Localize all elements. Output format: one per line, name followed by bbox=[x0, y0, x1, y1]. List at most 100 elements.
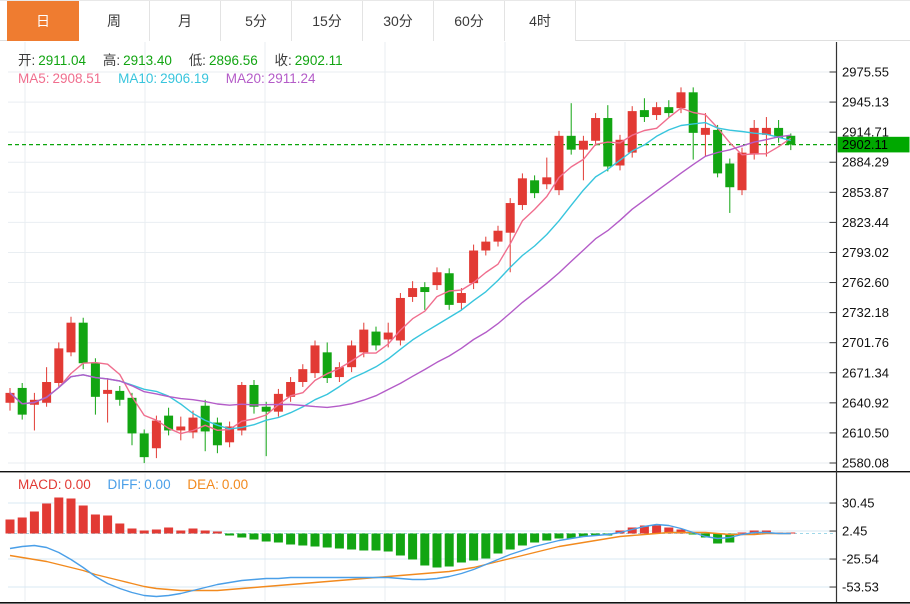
macd-bar bbox=[457, 534, 466, 563]
ma20-line bbox=[10, 135, 791, 407]
candle-body bbox=[298, 369, 307, 382]
macd-bar bbox=[384, 534, 393, 552]
candle-body bbox=[347, 345, 356, 367]
candle-body bbox=[542, 177, 551, 184]
macd-tick-label: 2.45 bbox=[842, 524, 867, 539]
candle-body bbox=[359, 330, 368, 353]
macd-bar bbox=[140, 531, 149, 534]
tab-60min[interactable]: 60分 bbox=[434, 1, 505, 41]
diff-label: DIFF: bbox=[108, 477, 142, 492]
macd-tick-label: -53.53 bbox=[842, 580, 879, 595]
macd-bar bbox=[176, 531, 185, 534]
price-tick-label: 2853.87 bbox=[842, 185, 889, 200]
candle-body bbox=[725, 164, 734, 188]
candle-body bbox=[152, 421, 161, 449]
low-label: 低: bbox=[189, 53, 206, 68]
candle-body bbox=[664, 107, 673, 113]
price-tick-label: 2884.29 bbox=[842, 155, 889, 170]
ma5-label: MA5: bbox=[18, 71, 50, 86]
macd-tick-label: -25.54 bbox=[842, 552, 879, 567]
macd-bar bbox=[152, 530, 161, 534]
tab-month[interactable]: 月 bbox=[150, 1, 221, 41]
macd-bar bbox=[542, 534, 551, 541]
close-label: 收: bbox=[275, 53, 292, 68]
candle-body bbox=[250, 385, 259, 407]
macd-bar bbox=[262, 534, 271, 542]
macd-bar bbox=[54, 498, 63, 534]
macd-bar bbox=[469, 534, 478, 561]
candle-body bbox=[6, 393, 15, 403]
macd-readout: MACD:0.00 DIFF:0.00 DEA:0.00 bbox=[18, 477, 261, 492]
tab-4hour[interactable]: 4时 bbox=[505, 1, 576, 41]
dea-value: 0.00 bbox=[222, 477, 248, 492]
macd-bar bbox=[445, 534, 454, 567]
ma5-line bbox=[10, 108, 791, 434]
macd-value: 0.00 bbox=[65, 477, 91, 492]
macd-bar bbox=[42, 504, 51, 534]
macd-bar bbox=[225, 534, 234, 536]
tab-week[interactable]: 周 bbox=[79, 1, 150, 41]
candle-body bbox=[469, 251, 478, 284]
macd-bar bbox=[408, 534, 417, 560]
candle-body bbox=[176, 426, 185, 430]
kline-app: 2975.552945.132914.712884.292853.872823.… bbox=[0, 0, 910, 604]
ma20-label: MA20: bbox=[226, 71, 265, 86]
candle-body bbox=[640, 110, 649, 117]
candle-body bbox=[408, 288, 417, 297]
price-tick-label: 2580.08 bbox=[842, 456, 889, 471]
macd-bar bbox=[128, 529, 137, 534]
price-tick-label: 2945.13 bbox=[842, 95, 889, 110]
candle-body bbox=[567, 136, 576, 150]
candle-body bbox=[91, 363, 100, 397]
tab-5min[interactable]: 5分 bbox=[221, 1, 292, 41]
panel-divider bbox=[0, 471, 910, 472]
candle-body bbox=[506, 203, 515, 233]
current-price-tag: 2902.11 bbox=[838, 137, 910, 153]
candle-body bbox=[128, 398, 137, 434]
price-tick-label: 2793.02 bbox=[842, 245, 889, 260]
macd-bar bbox=[250, 534, 259, 540]
macd-bar bbox=[213, 532, 222, 534]
macd-bar bbox=[91, 515, 100, 534]
price-tick-label: 2975.55 bbox=[842, 65, 889, 80]
macd-bar bbox=[6, 520, 15, 534]
kline-chart[interactable]: 2975.552945.132914.712884.292853.872823.… bbox=[0, 0, 910, 604]
macd-bar bbox=[115, 524, 124, 534]
tab-15min[interactable]: 15分 bbox=[292, 1, 363, 41]
open-label: 开: bbox=[18, 53, 35, 68]
high-label: 高: bbox=[103, 53, 120, 68]
open-value: 2911.04 bbox=[38, 53, 86, 68]
candle-body bbox=[140, 433, 149, 457]
price-tick-label: 2671.34 bbox=[842, 365, 889, 380]
current-price-text: 2902.11 bbox=[842, 137, 888, 152]
candle-body bbox=[103, 390, 112, 394]
macd-bar bbox=[237, 534, 246, 538]
price-tick-label: 2610.50 bbox=[842, 425, 889, 440]
candle-body bbox=[652, 107, 661, 115]
macd-bar bbox=[311, 534, 320, 547]
tab-30min[interactable]: 30分 bbox=[363, 1, 434, 41]
macd-bar bbox=[494, 534, 503, 554]
macd-bar bbox=[274, 534, 283, 543]
macd-bar bbox=[189, 529, 198, 534]
price-axis-labels: 2975.552945.132914.712884.292853.872823.… bbox=[830, 65, 890, 471]
macd-bar bbox=[103, 516, 112, 534]
candle-body bbox=[701, 128, 710, 135]
close-value: 2902.11 bbox=[295, 53, 343, 68]
tab-day[interactable]: 日 bbox=[7, 1, 79, 41]
candle-body bbox=[616, 140, 625, 166]
macd-bar bbox=[372, 534, 381, 551]
macd-bar bbox=[201, 531, 210, 534]
candle-body bbox=[372, 332, 381, 346]
candle-body bbox=[677, 92, 686, 108]
candle-body bbox=[457, 293, 466, 303]
price-tick-label: 2762.60 bbox=[842, 275, 889, 290]
candles-layer bbox=[6, 87, 796, 463]
price-tick-label: 2823.44 bbox=[842, 215, 889, 230]
candle-body bbox=[420, 287, 429, 292]
candle-body bbox=[433, 272, 442, 285]
dea-label: DEA: bbox=[187, 477, 219, 492]
macd-bar bbox=[335, 534, 344, 549]
macd-bar bbox=[30, 512, 39, 534]
candle-body bbox=[530, 180, 539, 193]
